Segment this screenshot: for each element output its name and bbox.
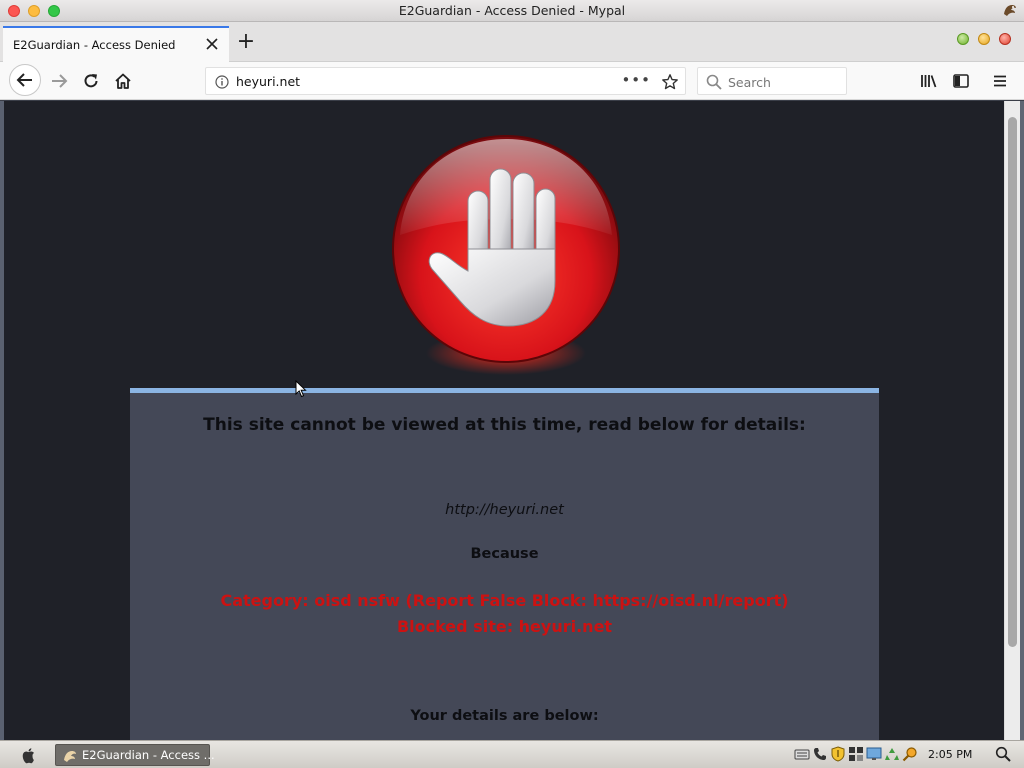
scrollbar-thumb[interactable] — [1008, 117, 1017, 647]
recycle-icon[interactable] — [884, 746, 900, 762]
mypal-app-icon — [1004, 5, 1016, 16]
sidebar-button[interactable] — [946, 66, 976, 96]
clock[interactable]: 2:05 PM — [928, 748, 972, 761]
forward-button[interactable] — [44, 66, 74, 96]
url-text[interactable]: heyuri.net — [236, 74, 300, 89]
mypal-app-icon — [64, 751, 76, 762]
back-button[interactable] — [9, 64, 41, 96]
page-headline: This site cannot be viewed at this time,… — [203, 415, 806, 435]
apple-logo-icon[interactable] — [20, 746, 38, 764]
window-titlebar: E2Guardian - Access Denied - Mypal — [0, 0, 1024, 22]
search-bar[interactable] — [697, 67, 847, 95]
arrow-left-icon — [16, 73, 32, 87]
taskbar-item-label: E2Guardian - Access ... — [82, 748, 215, 762]
close-icon[interactable] — [203, 35, 221, 53]
close-button[interactable] — [999, 33, 1011, 45]
keyboard-icon[interactable] — [794, 746, 810, 762]
tab-bar: E2Guardian - Access Denied + — [0, 22, 1024, 62]
grid-icon[interactable] — [848, 746, 864, 762]
address-bar[interactable]: heyuri.net ••• — [205, 67, 686, 95]
phone-icon[interactable] — [812, 746, 828, 762]
magnifier-icon[interactable] — [902, 746, 918, 762]
blocked-url: http://heyuri.net — [445, 502, 564, 518]
vertical-scrollbar[interactable] — [1004, 101, 1020, 740]
system-tray — [794, 746, 918, 764]
restore-button[interactable] — [957, 33, 969, 45]
taskbar: E2Guardian - Access ... 2:05 PM — [0, 740, 1024, 768]
reload-button[interactable] — [76, 66, 106, 96]
library-button[interactable] — [914, 66, 944, 96]
reload-icon — [84, 74, 98, 88]
hamburger-menu-icon — [994, 75, 1006, 87]
tab-e2guardian[interactable]: E2Guardian - Access Denied — [3, 26, 229, 62]
minimize-button[interactable] — [978, 33, 990, 45]
library-icon — [921, 75, 937, 88]
monitor-icon[interactable] — [866, 746, 882, 762]
screen: E2Guardian - Access Denied - Mypal E2Gua… — [0, 0, 1024, 768]
arrow-right-icon — [52, 74, 68, 88]
window-edge — [1020, 101, 1024, 740]
window-title: E2Guardian - Access Denied - Mypal — [398, 3, 626, 18]
menu-button[interactable] — [985, 66, 1015, 96]
message-panel: This site cannot be viewed at this time,… — [130, 388, 879, 740]
page-content: This site cannot be viewed at this time,… — [4, 101, 1004, 740]
block-reason-category: Category: oisd nsfw (Report False Block:… — [220, 591, 789, 610]
because-label: Because — [470, 546, 539, 562]
search-input[interactable] — [728, 72, 840, 92]
new-tab-button[interactable]: + — [236, 31, 256, 53]
home-button[interactable] — [108, 66, 138, 96]
tab-title: E2Guardian - Access Denied — [13, 38, 176, 52]
details-label: Your details are below: — [410, 708, 599, 724]
star-icon[interactable] — [661, 73, 679, 91]
sidebar-icon — [953, 74, 969, 88]
search-icon — [706, 74, 722, 90]
info-icon[interactable] — [215, 75, 229, 89]
page-actions-button[interactable]: ••• — [621, 71, 651, 89]
shield-icon[interactable] — [830, 746, 846, 762]
home-icon — [115, 73, 131, 89]
search-icon[interactable] — [995, 746, 1011, 762]
stop-hand-icon — [392, 135, 620, 375]
mouse-cursor-icon — [295, 380, 307, 398]
navigation-toolbar: heyuri.net ••• — [0, 62, 1024, 100]
block-reason-site: Blocked site: heyuri.net — [396, 617, 613, 636]
taskbar-item-mypal[interactable]: E2Guardian - Access ... — [55, 744, 215, 766]
